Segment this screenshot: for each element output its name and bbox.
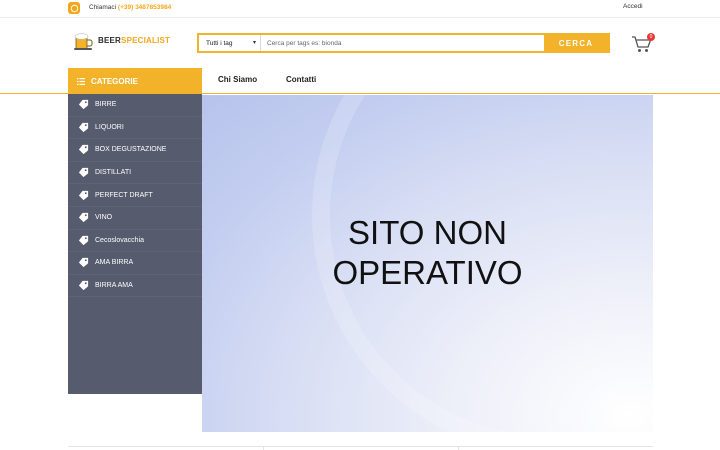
top-bar: Chiamaci (+39) 3487853984 Accedi — [0, 0, 720, 18]
tag-select[interactable]: Tutti i tag ▾ — [199, 35, 261, 51]
footer-column-divider — [263, 446, 264, 450]
tag-select-value: Tutti i tag — [206, 39, 233, 47]
sidebar-item-label: AMA BIRRA — [95, 259, 134, 267]
sidebar-item-label: LIQUORI — [95, 123, 124, 131]
site-logo[interactable]: BEERSPECIALIST — [72, 31, 172, 53]
tag-icon — [78, 235, 89, 245]
tag-icon — [78, 190, 89, 200]
banner-message: SITO NON OPERATIVO — [202, 213, 653, 293]
beer-mug-logo-icon — [74, 33, 93, 50]
hero-banner: SITO NON OPERATIVO — [202, 95, 653, 432]
tag-icon — [78, 213, 89, 223]
footer-column-divider — [458, 446, 459, 450]
sidebar-item-birra-ama[interactable]: BIRRA AMA — [68, 275, 202, 298]
tag-icon — [78, 122, 89, 132]
category-sidebar: BIRRE LIQUORI BOX DEGUSTAZIONE DISTILLAT… — [68, 94, 202, 394]
categories-label: CATEGORIE — [91, 76, 138, 86]
footer-divider — [68, 446, 653, 447]
slider-dot[interactable] — [637, 415, 643, 421]
call-info: Chiamaci (+39) 3487853984 — [89, 4, 171, 11]
sidebar-item-vino[interactable]: VINO — [68, 207, 202, 230]
sidebar-item-label: VINO — [95, 214, 113, 222]
login-link[interactable]: Accedi — [623, 3, 643, 10]
chevron-down-icon: ▾ — [252, 40, 256, 46]
sidebar-item-label: PERFECT DRAFT — [95, 191, 153, 199]
menu-icon — [77, 77, 85, 85]
sidebar-item-label: BOX DEGUSTAZIONE — [95, 146, 167, 154]
sidebar-item-birre[interactable]: BIRRE — [68, 94, 202, 117]
sidebar-item-label: Cecoslovacchia — [95, 236, 145, 244]
sidebar-item-cecoslovacchia[interactable]: Cecoslovacchia — [68, 230, 202, 253]
call-label: Chiamaci — [89, 4, 117, 11]
banner-line-2: OPERATIVO — [332, 254, 523, 291]
banner-line-1: SITO NON — [348, 214, 507, 251]
search-bar: Tutti i tag ▾ CERCA — [197, 33, 610, 53]
tag-icon — [78, 258, 89, 268]
sidebar-item-box-degustazione[interactable]: BOX DEGUSTAZIONE — [68, 139, 202, 162]
sidebar-item-label: BIRRE — [95, 101, 117, 109]
nav-link-chi-siamo[interactable]: Chi Siamo — [218, 75, 257, 84]
tag-icon — [78, 100, 89, 110]
sidebar-item-ama-birra[interactable]: AMA BIRRA — [68, 252, 202, 275]
logo-part-2: SPECIALIST — [121, 36, 171, 45]
phone-number[interactable]: (+39) 3487853984 — [118, 4, 171, 11]
nav-link-contatti[interactable]: Contatti — [286, 75, 316, 84]
search-input[interactable] — [261, 35, 544, 51]
search-button[interactable]: CERCA — [544, 35, 608, 51]
tag-icon — [78, 145, 89, 155]
cart-button[interactable]: 0 — [631, 33, 655, 54]
sidebar-item-label: BIRRA AMA — [95, 282, 133, 290]
cart-count-badge: 0 — [647, 33, 655, 41]
logo-part-1: BEER — [98, 36, 122, 45]
logo-wordmark: BEERSPECIALIST — [98, 36, 170, 45]
sidebar-item-label: DISTILLATI — [95, 169, 132, 177]
tag-icon — [78, 167, 89, 178]
categories-toggle[interactable]: CATEGORIE — [68, 68, 202, 94]
whatsapp-icon[interactable] — [68, 2, 80, 14]
sidebar-item-perfect-draft[interactable]: PERFECT DRAFT — [68, 184, 202, 207]
tag-icon — [78, 280, 89, 291]
sidebar-item-distillati[interactable]: DISTILLATI — [68, 162, 202, 185]
sidebar-item-liquori[interactable]: LIQUORI — [68, 117, 202, 140]
